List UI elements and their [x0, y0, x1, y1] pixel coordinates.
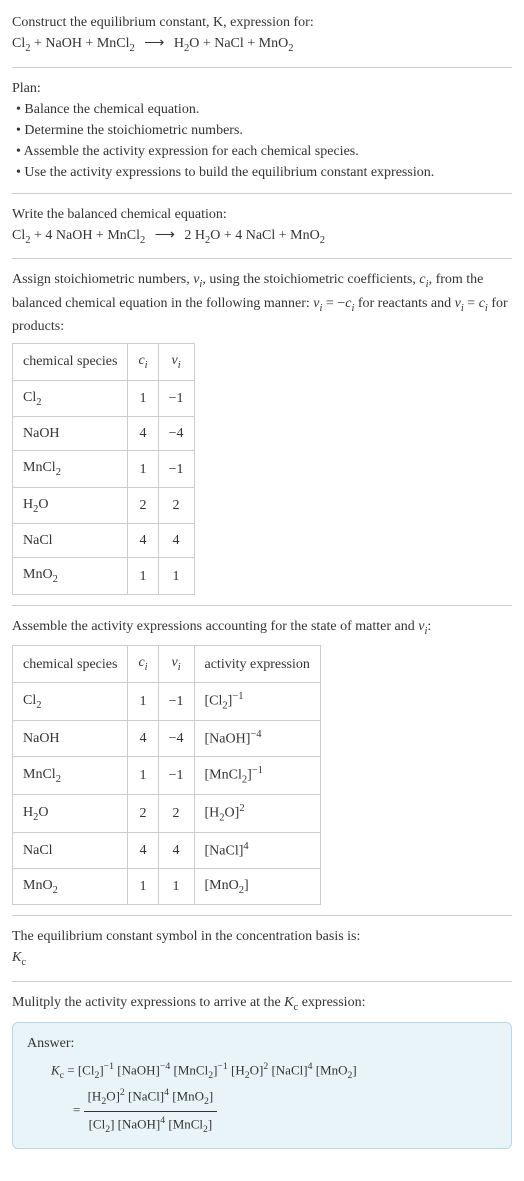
cell-c: 4: [128, 721, 158, 757]
table-row: Cl21−1[Cl2]−1: [13, 683, 321, 721]
cell-species: MnO2: [13, 558, 128, 595]
cell-v: 1: [158, 868, 194, 905]
symbol-line1: The equilibrium constant symbol in the c…: [12, 926, 512, 947]
cell-v: 4: [158, 833, 194, 869]
cell-v: 2: [158, 795, 194, 833]
arrow-icon: ⟶: [144, 33, 164, 54]
plan-item-0: • Balance the chemical equation.: [16, 99, 512, 120]
multiply-section: Mulitply the activity expressions to arr…: [12, 992, 512, 1159]
stoich-table: chemical species ci νi Cl21−1 NaOH4−4 Mn…: [12, 343, 195, 595]
cell-v: −1: [158, 451, 194, 488]
activity-section: Assemble the activity expressions accoun…: [12, 616, 512, 917]
symbol-section: The equilibrium constant symbol in the c…: [12, 926, 512, 982]
cell-v: −1: [158, 756, 194, 794]
cell-expr: [MnCl2]−1: [194, 756, 320, 794]
cell-species: H2O: [13, 487, 128, 524]
cell-species: MnO2: [13, 868, 128, 905]
col-vi: νi: [158, 646, 194, 683]
cell-v: −1: [158, 683, 194, 721]
table-row: MnCl21−1: [13, 451, 195, 488]
cell-c: 1: [128, 558, 158, 595]
cell-c: 1: [128, 756, 158, 794]
frac-numerator: [H2O]2 [NaCl]4 [MnO2]: [84, 1084, 218, 1111]
cell-expr: [NaOH]−4: [194, 721, 320, 757]
table-row: MnO211[MnO2]: [13, 868, 321, 905]
cell-expr: [H2O]2: [194, 795, 320, 833]
table-row: H2O22: [13, 487, 195, 524]
cell-species: MnCl2: [13, 756, 128, 794]
plan-item-1: • Determine the stoichiometric numbers.: [16, 120, 512, 141]
cell-v: −4: [158, 721, 194, 757]
symbol-line2: Kc: [12, 947, 512, 971]
intro-section: Construct the equilibrium constant, K, e…: [12, 12, 512, 68]
plan-heading: Plan:: [12, 78, 512, 99]
balanced-section: Write the balanced chemical equation: Cl…: [12, 204, 512, 260]
cell-c: 2: [128, 795, 158, 833]
table-row: NaOH4−4[NaOH]−4: [13, 721, 321, 757]
arrow-icon: ⟶: [155, 225, 175, 246]
col-species: chemical species: [13, 646, 128, 683]
cell-c: 1: [128, 451, 158, 488]
answer-label: Answer:: [27, 1033, 497, 1054]
cell-c: 1: [128, 683, 158, 721]
cell-species: H2O: [13, 795, 128, 833]
cell-v: 4: [158, 524, 194, 558]
intro-equation: Cl2 + NaOH + MnCl2 ⟶ H2O + NaCl + MnO2: [12, 33, 512, 57]
answer-line1: Kc = [Cl2]−1 [NaOH]−4 [MnCl2]−1 [H2O]2 […: [51, 1058, 497, 1084]
plan-section: Plan: • Balance the chemical equation. •…: [12, 78, 512, 194]
col-species: chemical species: [13, 344, 128, 381]
cell-c: 2: [128, 487, 158, 524]
cell-c: 4: [128, 417, 158, 451]
table-header-row: chemical species ci νi activity expressi…: [13, 646, 321, 683]
col-ci: ci: [128, 344, 158, 381]
cell-species: NaOH: [13, 721, 128, 757]
balanced-heading: Write the balanced chemical equation:: [12, 204, 512, 225]
frac-denominator: [Cl2] [NaOH]4 [MnCl2]: [84, 1112, 218, 1138]
cell-c: 4: [128, 833, 158, 869]
cell-species: Cl2: [13, 380, 128, 417]
balanced-equation: Cl2 + 4 NaOH + MnCl2 ⟶ 2 H2O + 4 NaCl + …: [12, 225, 512, 249]
stoich-text: Assign stoichiometric numbers, νi, using…: [12, 269, 512, 337]
cell-expr: [MnO2]: [194, 868, 320, 905]
activity-text: Assemble the activity expressions accoun…: [12, 616, 512, 640]
table-row: MnCl21−1[MnCl2]−1: [13, 756, 321, 794]
intro-line1: Construct the equilibrium constant, K, e…: [12, 12, 512, 33]
table-header-row: chemical species ci νi: [13, 344, 195, 381]
stoich-section: Assign stoichiometric numbers, νi, using…: [12, 269, 512, 606]
cell-species: Cl2: [13, 683, 128, 721]
cell-species: MnCl2: [13, 451, 128, 488]
plan-item-2: • Assemble the activity expression for e…: [16, 141, 512, 162]
cell-expr: [Cl2]−1: [194, 683, 320, 721]
activity-table: chemical species ci νi activity expressi…: [12, 645, 321, 905]
col-vi: νi: [158, 344, 194, 381]
cell-species: NaCl: [13, 833, 128, 869]
cell-species: NaOH: [13, 417, 128, 451]
table-row: MnO211: [13, 558, 195, 595]
cell-species: NaCl: [13, 524, 128, 558]
cell-c: 4: [128, 524, 158, 558]
col-ci: ci: [128, 646, 158, 683]
table-row: Cl21−1: [13, 380, 195, 417]
table-row: NaOH4−4: [13, 417, 195, 451]
cell-v: −1: [158, 380, 194, 417]
fraction: [H2O]2 [NaCl]4 [MnO2] [Cl2] [NaOH]4 [MnC…: [84, 1084, 218, 1138]
cell-c: 1: [128, 868, 158, 905]
multiply-text: Mulitply the activity expressions to arr…: [12, 992, 512, 1016]
cell-expr: [NaCl]4: [194, 833, 320, 869]
table-row: H2O22[H2O]2: [13, 795, 321, 833]
answer-line2: = [H2O]2 [NaCl]4 [MnO2] [Cl2] [NaOH]4 [M…: [73, 1084, 497, 1138]
answer-box: Answer: Kc = [Cl2]−1 [NaOH]−4 [MnCl2]−1 …: [12, 1022, 512, 1149]
plan-item-3: • Use the activity expressions to build …: [16, 162, 512, 183]
cell-c: 1: [128, 380, 158, 417]
table-row: NaCl44[NaCl]4: [13, 833, 321, 869]
col-expr: activity expression: [194, 646, 320, 683]
cell-v: −4: [158, 417, 194, 451]
cell-v: 1: [158, 558, 194, 595]
table-row: NaCl44: [13, 524, 195, 558]
cell-v: 2: [158, 487, 194, 524]
